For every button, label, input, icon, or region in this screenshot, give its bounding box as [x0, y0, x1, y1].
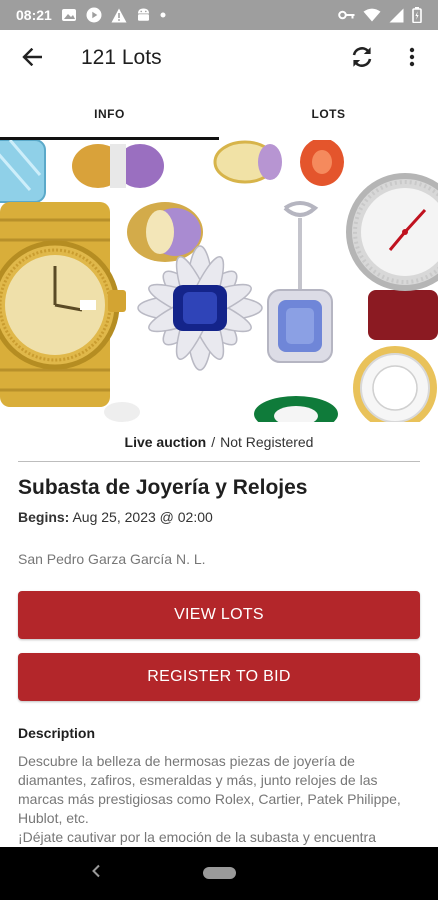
status-time: 08:21: [16, 7, 52, 23]
auction-status-line: Live auction / Not Registered: [0, 422, 438, 462]
app-bar: 121 Lots: [0, 30, 438, 88]
status-separator: /: [211, 434, 216, 450]
nav-home-pill[interactable]: [203, 867, 236, 879]
refresh-button[interactable]: [344, 41, 380, 77]
refresh-icon: [349, 44, 375, 75]
more-options-button[interactable]: [396, 41, 428, 77]
auction-hero-image: [0, 140, 438, 422]
description-heading: Description: [18, 725, 96, 741]
divider: [18, 461, 420, 462]
aquamarine-ring: [0, 140, 46, 203]
android-icon: [136, 7, 151, 23]
auction-title: Subasta de Joyería y Relojes: [18, 476, 308, 499]
begins-value: Aug 25, 2023 @ 02:00: [72, 509, 213, 525]
nav-back-button[interactable]: [86, 862, 106, 884]
gallery-icon: [61, 8, 77, 22]
more-vert-icon: [409, 47, 415, 72]
play-icon: [86, 7, 102, 23]
battery-icon: [412, 7, 422, 23]
signal-icon: [389, 8, 404, 23]
wifi-icon: [363, 8, 381, 22]
description-text: Descubre la belleza de hermosas piezas d…: [18, 753, 401, 845]
begins-line: Begins: Aug 25, 2023 @ 02:00: [18, 509, 213, 525]
page-title: 121 Lots: [81, 46, 162, 69]
chevron-left-icon: [91, 864, 101, 883]
back-button[interactable]: [14, 41, 50, 77]
dot-icon: [160, 12, 166, 18]
auction-type: Live auction: [124, 434, 207, 450]
auction-location: San Pedro Garza García N. L.: [18, 551, 206, 567]
status-bar: 08:21: [0, 0, 438, 30]
registration-status: Not Registered: [220, 434, 314, 450]
view-lots-button[interactable]: VIEW LOTS: [18, 591, 420, 639]
tab-lots[interactable]: LOTS: [219, 88, 438, 140]
key-icon: [338, 10, 355, 20]
tab-bar: INFO LOTS: [0, 88, 438, 140]
begins-label: Begins:: [18, 509, 70, 525]
arrow-back-icon: [22, 47, 43, 71]
warning-icon: [111, 8, 127, 23]
tab-info[interactable]: INFO: [0, 88, 219, 140]
register-to-bid-button[interactable]: REGISTER TO BID: [18, 653, 420, 701]
system-nav-bar: [0, 847, 438, 900]
